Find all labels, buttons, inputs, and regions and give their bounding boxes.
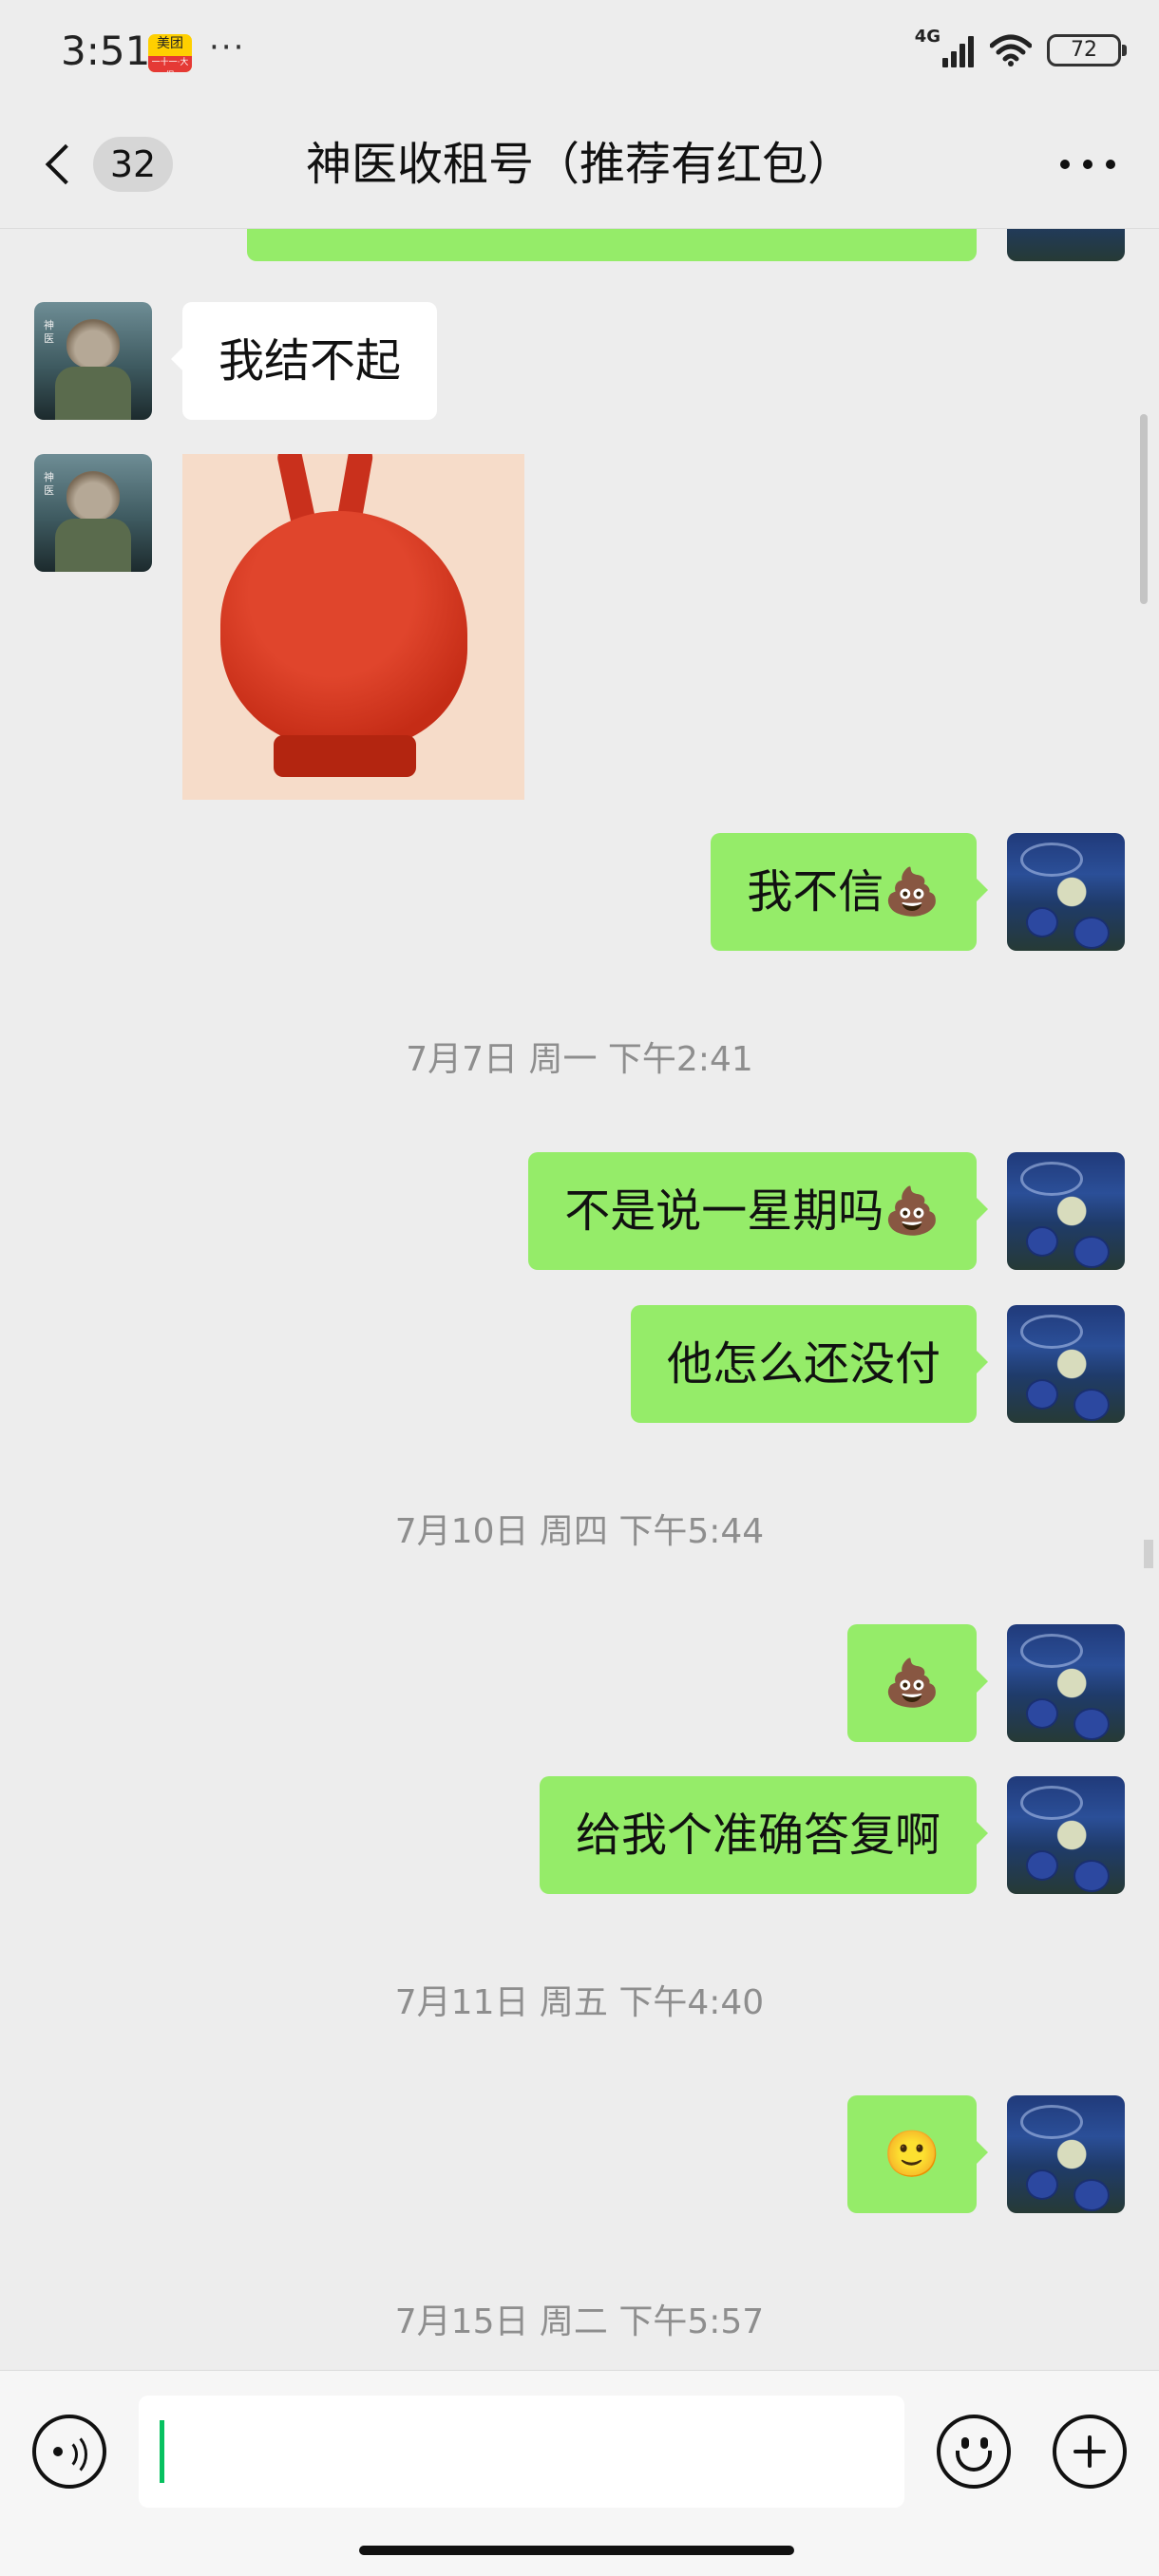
scrollbar[interactable] xyxy=(1140,414,1148,604)
self-avatar[interactable] xyxy=(1007,1624,1125,1742)
emoji-icon[interactable] xyxy=(937,2415,1011,2489)
chat-header: 32 神医收租号（推荐有红包） xyxy=(0,103,1159,229)
self-avatar[interactable] xyxy=(1007,1305,1125,1423)
plus-icon[interactable] xyxy=(1053,2415,1127,2489)
message-row: 神医 xyxy=(0,454,1159,800)
message-row: 🙂 xyxy=(0,2095,1159,2213)
network-type: 4G xyxy=(914,27,940,47)
self-avatar[interactable] xyxy=(1007,2095,1125,2213)
message-bubble-partial[interactable] xyxy=(247,229,977,261)
message-row: 💩 xyxy=(0,1624,1159,1742)
message-bubble[interactable]: 🙂 xyxy=(847,2095,988,2213)
peer-avatar[interactable]: 神医 xyxy=(34,454,152,572)
message-bubble[interactable]: 我结不起 xyxy=(170,302,438,420)
message-bubble[interactable]: 给我个准确答复啊 xyxy=(539,1776,989,1894)
status-time: 3:51 xyxy=(61,28,151,74)
text-cursor xyxy=(160,2420,164,2483)
red-bunny-sticker[interactable] xyxy=(182,454,524,800)
chat-screen: 3:51 美团 一十一·大促 ··· 4G 72 32 神医收租号（推荐有红包） xyxy=(0,0,1159,2576)
message-row: 我不信💩 xyxy=(0,833,1159,951)
home-indicator[interactable] xyxy=(359,2546,794,2555)
message-list[interactable]: 神医 我结不起 神医 我不信💩 7月7日 周一 下午2:41 不是说一星期吗💩 … xyxy=(0,229,1159,2370)
timestamp: 7月7日 周一 下午2:41 xyxy=(406,1040,753,1079)
self-avatar[interactable] xyxy=(1007,833,1125,951)
self-avatar[interactable] xyxy=(1007,1152,1125,1270)
unread-count-badge: 32 xyxy=(93,137,173,192)
message-row: 不是说一星期吗💩 xyxy=(0,1152,1159,1270)
message-bubble[interactable]: 不是说一星期吗💩 xyxy=(528,1152,988,1270)
peer-avatar-tag: 神医 xyxy=(44,319,54,345)
battery-indicator: 72 xyxy=(1047,34,1127,66)
cellular-signal-icon xyxy=(942,33,977,67)
status-indicators: 4G 72 xyxy=(914,27,1127,74)
peer-avatar[interactable]: 神医 xyxy=(34,302,152,420)
message-bubble[interactable]: 我不信💩 xyxy=(711,833,988,951)
message-row: 神医 我结不起 xyxy=(0,302,1159,420)
message-row-partial xyxy=(0,229,1159,261)
timestamp: 7月10日 周四 下午5:44 xyxy=(394,1512,765,1551)
more-dots-icon[interactable] xyxy=(1054,141,1121,188)
self-avatar[interactable] xyxy=(1007,1776,1125,1894)
status-bar: 3:51 美团 一十一·大促 ··· 4G 72 xyxy=(0,0,1159,103)
chat-title: 神医收租号（推荐有红包） xyxy=(305,138,853,191)
meituan-badge-label: 美团 xyxy=(157,36,183,51)
meituan-badge-sublabel: 一十一·大促 xyxy=(148,56,192,72)
voice-icon[interactable] xyxy=(32,2415,106,2489)
message-bubble[interactable]: 💩 xyxy=(847,1624,988,1742)
message-row: 给我个准确答复啊 xyxy=(0,1776,1159,1894)
meituan-app-icon: 美团 一十一·大促 xyxy=(148,34,192,72)
wifi-icon xyxy=(990,34,1032,66)
back-button[interactable]: 32 xyxy=(34,131,173,198)
timestamp: 7月11日 周五 下午4:40 xyxy=(394,1983,765,2022)
message-row: 他怎么还没付 xyxy=(0,1305,1159,1423)
message-bubble[interactable]: 他怎么还没付 xyxy=(630,1305,989,1423)
self-avatar[interactable] xyxy=(1007,229,1125,261)
peer-avatar-tag: 神医 xyxy=(44,471,54,497)
timestamp: 7月15日 周二 下午5:57 xyxy=(394,2302,765,2341)
message-input[interactable] xyxy=(139,2396,904,2508)
more-notifications-icon: ··· xyxy=(209,28,246,66)
back-arrow-icon xyxy=(45,143,86,185)
